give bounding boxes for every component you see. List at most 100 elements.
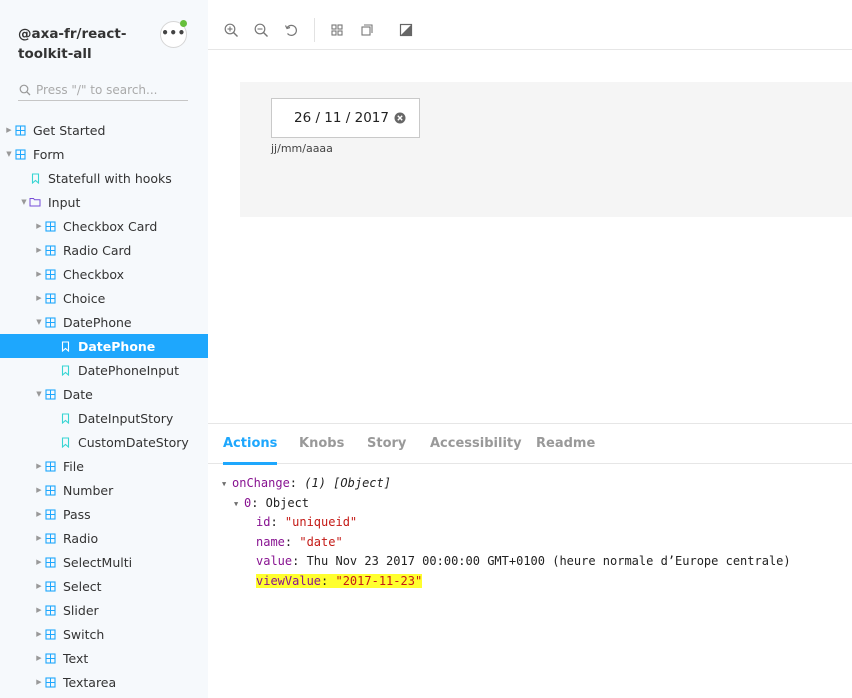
sidebar-item-statefull-with-hooks[interactable]: Statefull with hooks	[0, 166, 208, 190]
folder-icon	[28, 195, 42, 209]
component-icon	[43, 387, 57, 401]
addons-panel: Actions Knobs Story Accessibility Readme…	[208, 423, 852, 698]
component-icon	[43, 459, 57, 473]
component-icon	[13, 123, 27, 137]
contrast-button[interactable]	[397, 21, 415, 39]
expand-triangle-icon[interactable]: ▼	[234, 495, 244, 515]
sidebar-item-label: Input	[48, 194, 81, 210]
component-icon	[43, 627, 57, 641]
zoom-out-icon	[254, 23, 268, 37]
caret-right-icon[interactable]: ▶	[35, 534, 43, 542]
log-event-summary: [Object]	[333, 476, 391, 490]
expand-triangle-icon[interactable]: ▼	[222, 475, 232, 495]
caret-right-icon[interactable]: ▶	[35, 510, 43, 518]
caret-right-icon[interactable]: ▶	[35, 582, 43, 590]
caret-down-icon[interactable]: ▼	[35, 318, 43, 326]
sidebar-item-switch[interactable]: ▶ Switch	[0, 622, 208, 646]
menu-button[interactable]: •••	[160, 20, 187, 48]
caret-right-icon[interactable]: ▶	[35, 246, 43, 254]
sidebar-item-select[interactable]: ▶ Select	[0, 574, 208, 598]
search-icon	[19, 84, 31, 95]
sidebar-item-radio-card[interactable]: ▶ Radio Card	[0, 238, 208, 262]
brand-title[interactable]: @axa-fr/react-toolkit-all	[18, 24, 138, 64]
date-value[interactable]: 26 / 11 / 2017	[294, 110, 389, 126]
sidebar-item-label: Slider	[63, 602, 99, 618]
component-icon	[43, 603, 57, 617]
date-input[interactable]: 26 / 11 / 2017	[271, 98, 420, 138]
log-event-row[interactable]: ▼ onChange: (1) [Object]	[222, 474, 791, 494]
caret-right-icon[interactable]: ▶	[35, 678, 43, 686]
tab-readme[interactable]: Readme	[536, 424, 595, 464]
caret-right-icon[interactable]: ▶	[35, 462, 43, 470]
sidebar-item-file[interactable]: ▶ File	[0, 454, 208, 478]
story-tree: ▶ Get Started ▼ Form Statefull with hooks ▼ In…	[0, 118, 208, 694]
sidebar-item-textarea[interactable]: ▶ Textarea	[0, 670, 208, 694]
more-icon: •••	[161, 25, 186, 40]
sidebar-item-pass[interactable]: ▶ Pass	[0, 502, 208, 526]
caret-right-icon[interactable]: ▶	[35, 606, 43, 614]
caret-right-icon[interactable]: ▶	[35, 654, 43, 662]
caret-down-icon[interactable]: ▼	[20, 198, 28, 206]
sidebar-item-slider[interactable]: ▶ Slider	[0, 598, 208, 622]
search-input[interactable]	[36, 82, 176, 97]
caret-right-icon[interactable]: ▶	[35, 630, 43, 638]
clear-icon[interactable]	[394, 112, 406, 124]
component-icon	[43, 675, 57, 689]
sidebar-item-selectmulti[interactable]: ▶ SelectMulti	[0, 550, 208, 574]
preview-area: 26 / 11 / 2017 jj/mm/aaaa	[208, 51, 852, 423]
sidebar-item-radio[interactable]: ▶ Radio	[0, 526, 208, 550]
component-icon	[13, 147, 27, 161]
log-object-row[interactable]: ▼ 0: Object	[222, 494, 791, 514]
tab-accessibility[interactable]: Accessibility	[430, 424, 522, 464]
log-field-id[interactable]: id: "uniqueid"	[222, 513, 791, 533]
sidebar-item-dateinputstory[interactable]: DateInputStory	[0, 406, 208, 430]
zoom-in-button[interactable]	[222, 21, 240, 39]
caret-down-icon[interactable]: ▼	[35, 390, 43, 398]
sidebar-item-datephone[interactable]: ▼ DatePhone	[0, 310, 208, 334]
sidebar-item-checkbox-card[interactable]: ▶ Checkbox Card	[0, 214, 208, 238]
notification-dot	[180, 20, 187, 27]
component-icon	[43, 531, 57, 545]
sidebar-item-datephone[interactable]: DatePhone	[0, 334, 208, 358]
sidebar-item-customdatestory[interactable]: CustomDateStory	[0, 430, 208, 454]
component-icon	[43, 555, 57, 569]
addon-tabs: Actions Knobs Story Accessibility Readme	[208, 424, 852, 465]
caret-right-icon[interactable]: ▶	[35, 558, 43, 566]
sidebar-item-choice[interactable]: ▶ Choice	[0, 286, 208, 310]
sidebar-item-label: Checkbox Card	[63, 218, 158, 234]
tab-actions[interactable]: Actions	[223, 424, 278, 465]
reset-zoom-button[interactable]	[282, 21, 300, 39]
zoom-out-button[interactable]	[252, 21, 270, 39]
caret-right-icon[interactable]: ▶	[5, 126, 13, 134]
tab-story[interactable]: Story	[367, 424, 406, 464]
log-object-type: : Object	[251, 495, 310, 510]
sidebar-item-datephoneinput[interactable]: DatePhoneInput	[0, 358, 208, 382]
caret-right-icon[interactable]: ▶	[35, 294, 43, 302]
log-field-key: value	[256, 554, 293, 568]
log-field-name[interactable]: name: "date"	[222, 533, 791, 553]
log-field-value[interactable]: value: Thu Nov 23 2017 00:00:00 GMT+0100…	[222, 552, 791, 572]
caret-right-icon[interactable]: ▶	[35, 222, 43, 230]
grid-button[interactable]	[328, 21, 346, 39]
sidebar-item-form[interactable]: ▼ Form	[0, 142, 208, 166]
caret-right-icon[interactable]: ▶	[35, 486, 43, 494]
sidebar-item-input[interactable]: ▼ Input	[0, 190, 208, 214]
sidebar-item-label: Radio	[63, 530, 99, 546]
log-field-key: id	[256, 515, 271, 529]
search-box[interactable]	[18, 79, 188, 101]
sidebar-item-label: Date	[63, 386, 93, 402]
sidebar-item-number[interactable]: ▶ Number	[0, 478, 208, 502]
caret-right-icon[interactable]: ▶	[35, 270, 43, 278]
log-field-viewvalue[interactable]: viewValue: "2017-11-23"	[222, 572, 791, 592]
caret-down-icon[interactable]: ▼	[5, 150, 13, 158]
sidebar-item-text[interactable]: ▶ Text	[0, 646, 208, 670]
sidebar-item-date[interactable]: ▼ Date	[0, 382, 208, 406]
sidebar-item-label: Textarea	[63, 674, 117, 690]
sidebar-item-get-started[interactable]: ▶ Get Started	[0, 118, 208, 142]
background-button[interactable]	[358, 21, 376, 39]
contrast-icon	[399, 23, 413, 37]
log-field-key: viewValue	[256, 573, 322, 588]
sidebar-item-label: DatePhone	[63, 314, 132, 330]
sidebar-item-checkbox[interactable]: ▶ Checkbox	[0, 262, 208, 286]
tab-knobs[interactable]: Knobs	[299, 424, 344, 464]
